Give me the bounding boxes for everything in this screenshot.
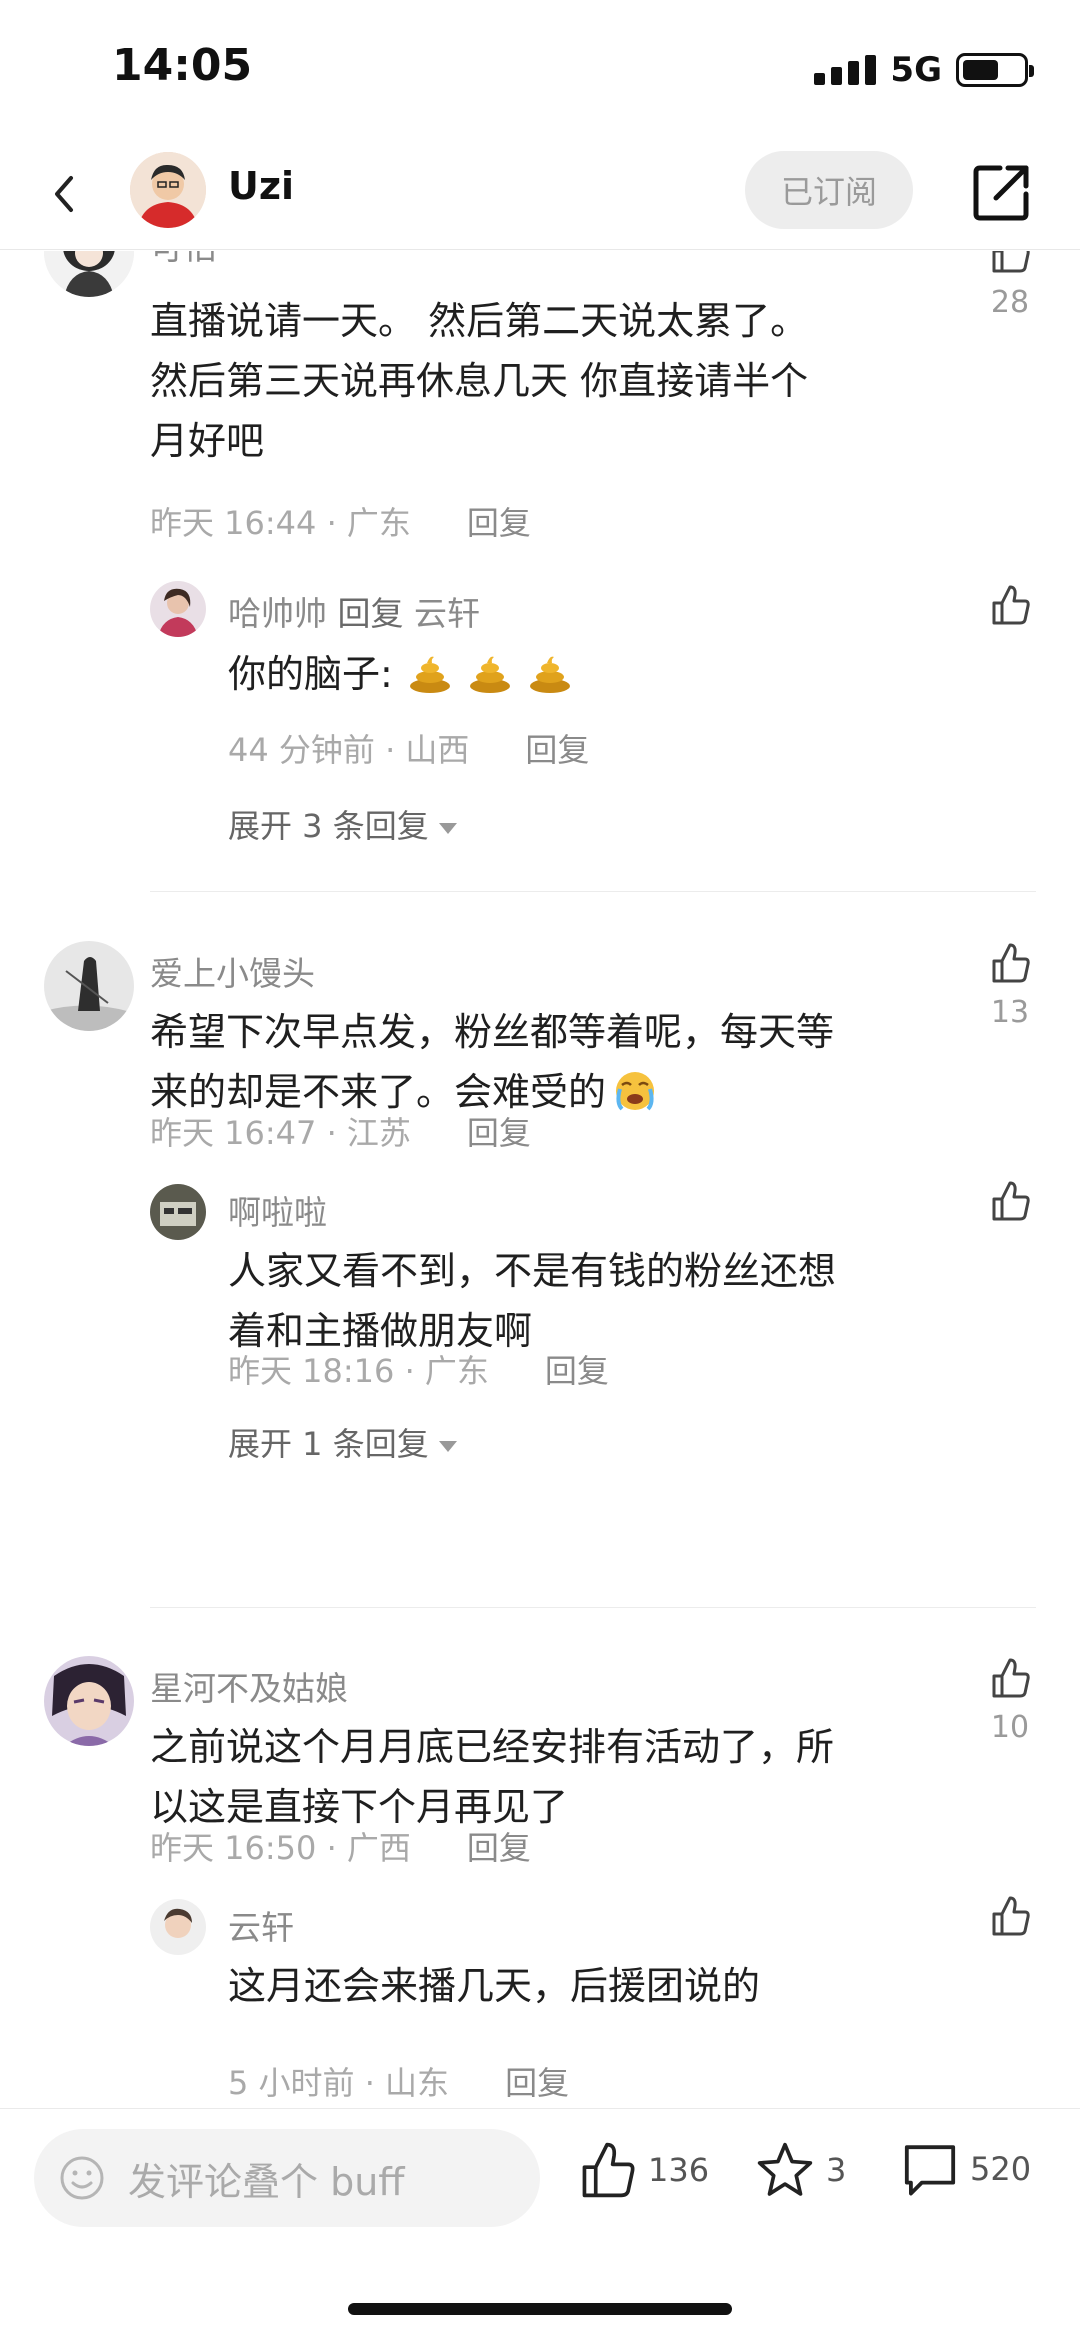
- like-action[interactable]: 136: [576, 2139, 709, 2201]
- comment-meta: 昨天 16:50 · 广西 回复: [150, 1823, 531, 1869]
- author-avatar[interactable]: [130, 152, 206, 228]
- reply-like-button[interactable]: [980, 583, 1040, 631]
- share-button[interactable]: [970, 160, 1034, 224]
- thumbs-up-icon: [582, 2142, 635, 2198]
- share-icon: [973, 165, 1029, 221]
- expand-replies-button[interactable]: 展开 3 条回复: [228, 801, 457, 847]
- comment-input-placeholder: 发评论叠个 buff: [128, 2159, 405, 2204]
- commenter-name[interactable]: 星河不及姑娘: [150, 1662, 348, 1710]
- crying-emoji-icon: [616, 1072, 655, 1111]
- like-button[interactable]: 28: [980, 251, 1040, 320]
- reply-button[interactable]: 回复: [467, 504, 531, 542]
- comment-icon: [904, 2145, 956, 2196]
- like-count: 28: [990, 285, 1030, 320]
- commenter-avatar[interactable]: [44, 1656, 134, 1746]
- network-type: 5G: [890, 50, 942, 90]
- like-button[interactable]: 13: [980, 941, 1040, 1030]
- caret-down-icon: [438, 1440, 457, 1452]
- replier-avatar[interactable]: [150, 1899, 206, 1955]
- reply-target[interactable]: 云轩: [414, 594, 480, 633]
- thumbs-up-icon: [992, 943, 1030, 983]
- commenter-name[interactable]: 可怕: [150, 251, 216, 269]
- favorite-total: 3: [826, 2151, 847, 2189]
- reply-time: 5 小时前 · 山东: [228, 2064, 450, 2102]
- replier-name: 哈帅帅 回复 云轩: [228, 587, 480, 635]
- comment-input[interactable]: 发评论叠个 buff: [34, 2129, 540, 2227]
- top-nav: Uzi 已订阅: [0, 140, 1080, 250]
- poop-emoji-icon: [469, 656, 510, 693]
- reply-meta: 5 小时前 · 山东 回复: [228, 2058, 569, 2104]
- comment-list[interactable]: 可怕 直播说请一天。 然后第二天说太累了。 然后第三天说再休息几天 你直接请半个…: [0, 251, 1080, 2109]
- comment-divider: [150, 891, 1036, 892]
- comment-text: 希望下次早点发，粉丝都等着呢，每天等 来的却是不来了。会难受的: [150, 1010, 835, 1114]
- replier-avatar[interactable]: [150, 1184, 206, 1240]
- commenter-avatar[interactable]: [44, 251, 134, 297]
- signal-icon: [814, 55, 877, 85]
- like-count: 13: [990, 995, 1030, 1030]
- replier-avatar[interactable]: [150, 581, 206, 637]
- like-count: 10: [990, 1710, 1030, 1745]
- reply-text: 你的脑子:: [228, 644, 573, 704]
- thumbs-up-icon: [992, 1658, 1030, 1698]
- reply-like-button[interactable]: [980, 1179, 1040, 1227]
- commenter-name[interactable]: 爱上小馒头: [150, 947, 315, 995]
- like-button[interactable]: 10: [980, 1656, 1040, 1745]
- status-time: 14:05: [112, 40, 253, 91]
- reply-button[interactable]: 回复: [545, 1352, 609, 1390]
- reply-like-button[interactable]: [980, 1894, 1040, 1942]
- replier-name[interactable]: 云轩: [228, 1901, 294, 1949]
- bottom-action-bar: 发评论叠个 buff 136 3 520: [0, 2108, 1080, 2338]
- status-bar: 14:05 5G: [0, 0, 1080, 140]
- home-indicator[interactable]: [348, 2303, 732, 2315]
- reply-button[interactable]: 回复: [505, 2064, 569, 2102]
- reply-time: 昨天 18:16 · 广东: [228, 1352, 489, 1390]
- subscribed-button[interactable]: 已订阅: [745, 151, 913, 229]
- chevron-left-icon: [55, 176, 73, 212]
- reply-text: 这月还会来播几天，后援团说的: [228, 1964, 761, 2008]
- reply-time: 44 分钟前 · 山西: [228, 731, 470, 769]
- reply-meta: 44 分钟前 · 山西 回复: [228, 725, 589, 771]
- comment-time: 昨天 16:50 · 广西: [150, 1829, 411, 1867]
- thumbs-up-icon: [992, 1896, 1030, 1936]
- comment-divider: [150, 1607, 1036, 1608]
- replier-name[interactable]: 啊啦啦: [228, 1186, 327, 1234]
- back-button[interactable]: [36, 166, 92, 222]
- comment-text: 之前说这个月月底已经安排有活动了，所 以这是直接下个月再见了: [150, 1725, 835, 1829]
- poop-emoji-icon: [529, 656, 570, 693]
- comment-action[interactable]: 520: [900, 2139, 1031, 2199]
- smiley-icon[interactable]: [58, 2154, 106, 2202]
- replier-username[interactable]: 哈帅帅: [228, 594, 327, 633]
- reply-button[interactable]: 回复: [525, 731, 589, 769]
- caret-down-icon: [438, 822, 457, 834]
- comment-text: 直播说请一天。 然后第二天说太累了。 然后第三天说再休息几天 你直接请半个 月好…: [150, 299, 809, 463]
- comment-time: 昨天 16:44 · 广东: [150, 504, 411, 542]
- reply-button[interactable]: 回复: [467, 1829, 531, 1867]
- comment-meta: 昨天 16:44 · 广东 回复: [150, 498, 531, 544]
- comment-total: 520: [970, 2150, 1032, 2188]
- comment-meta: 昨天 16:47 · 江苏 回复: [150, 1108, 531, 1154]
- thumbs-up-icon: [992, 1181, 1030, 1221]
- author-name[interactable]: Uzi: [228, 164, 294, 208]
- favorite-action[interactable]: 3: [754, 2139, 846, 2201]
- battery-icon: [956, 53, 1034, 87]
- like-total: 136: [648, 2151, 710, 2189]
- comment-time: 昨天 16:47 · 江苏: [150, 1114, 411, 1152]
- status-indicators: 5G: [814, 50, 1034, 90]
- star-icon: [757, 2142, 813, 2196]
- thumbs-up-icon: [992, 585, 1030, 625]
- reply-button[interactable]: 回复: [467, 1114, 531, 1152]
- reply-meta: 昨天 18:16 · 广东 回复: [228, 1346, 609, 1392]
- reply-word: 回复: [337, 594, 404, 633]
- reply-text: 人家又看不到，不是有钱的粉丝还想 着和主播做朋友啊: [228, 1249, 837, 1353]
- thumbs-up-icon: [992, 251, 1030, 273]
- commenter-avatar[interactable]: [44, 941, 134, 1031]
- poop-emoji-icon: [409, 656, 450, 693]
- expand-replies-button[interactable]: 展开 1 条回复: [228, 1419, 457, 1465]
